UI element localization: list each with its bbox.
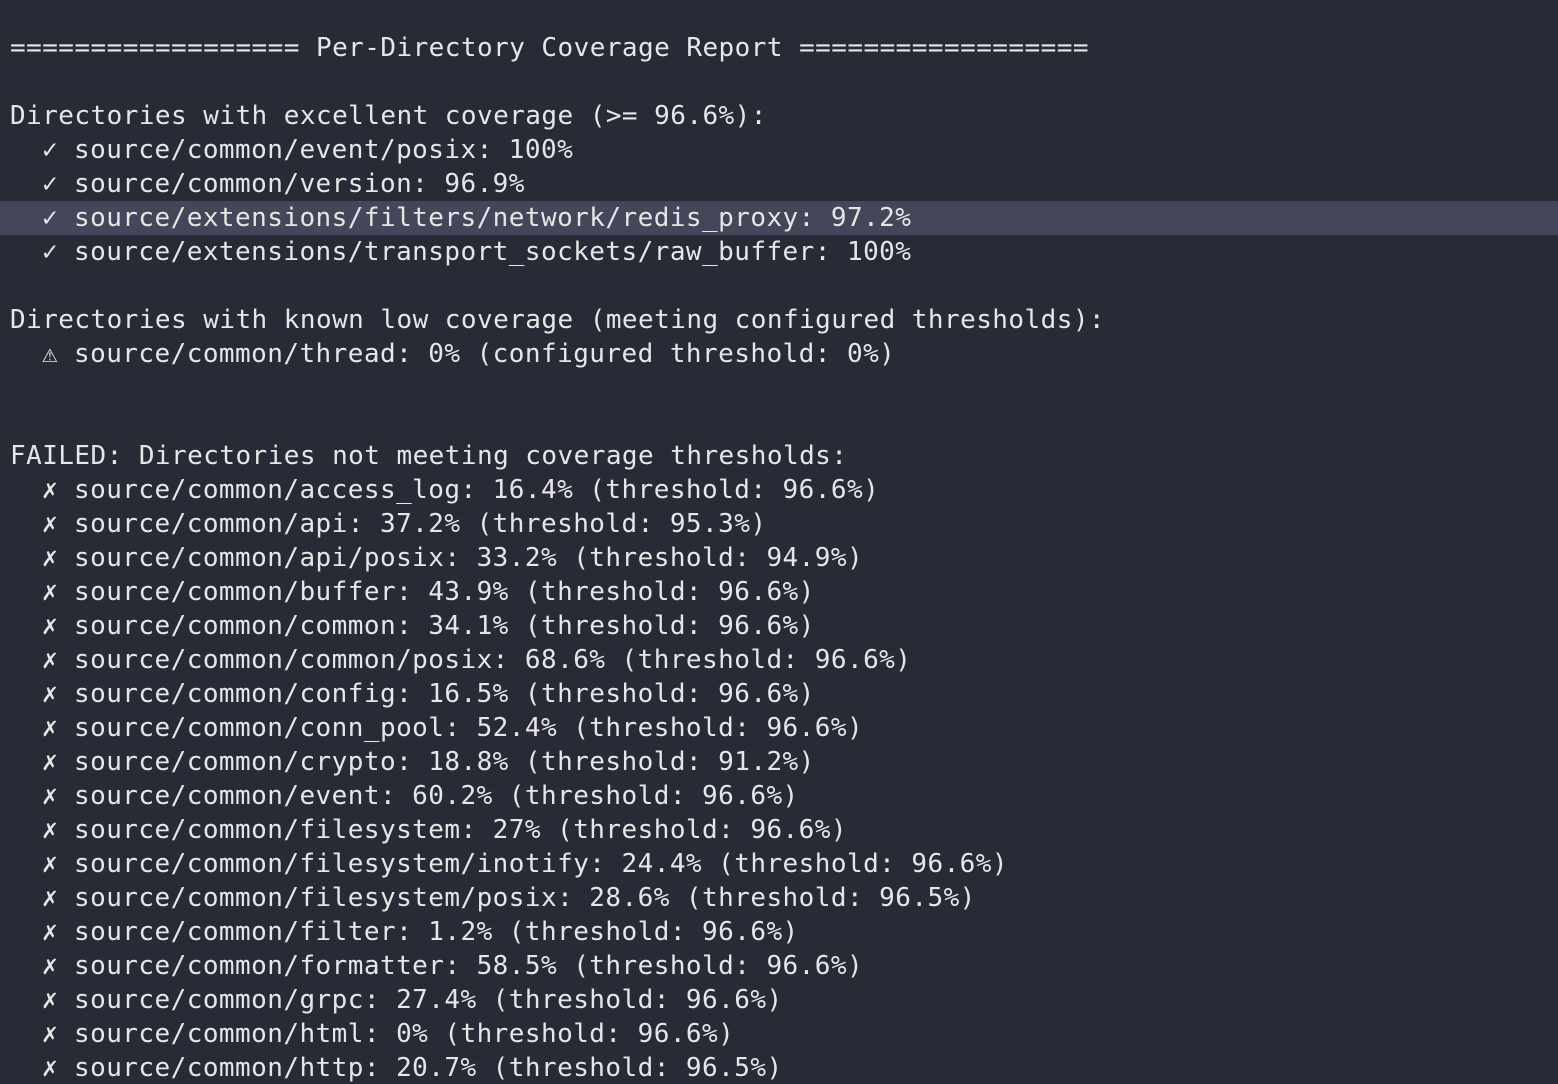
- warning-icon: ⚠: [42, 339, 59, 369]
- failed-item: ✗ source/common/formatter: 58.5% (thresho…: [0, 949, 1558, 983]
- check-icon: ✓: [42, 203, 59, 233]
- item-text: source/common/thread: 0% (configured thr…: [74, 339, 896, 369]
- item-text: source/extensions/filters/network/redis_…: [74, 203, 912, 233]
- failed-heading: FAILED: Directories not meeting coverage…: [10, 441, 848, 471]
- item-text: source/common/conn_pool: 52.4% (threshol…: [74, 713, 864, 743]
- item-text: source/common/formatter: 58.5% (threshol…: [74, 951, 864, 981]
- failed-item: ✗ source/common/filesystem: 27% (threshol…: [0, 813, 1558, 847]
- item-text: source/common/api: 37.2% (threshold: 95.…: [74, 509, 767, 539]
- failed-item: ✗ source/common/conn_pool: 52.4% (thresho…: [0, 711, 1558, 745]
- failed-item: ✗ source/common/common: 34.1% (threshold:…: [0, 609, 1558, 643]
- cross-icon: ✗: [42, 985, 59, 1015]
- excellent-item: ✓ source/extensions/transport_sockets/raw…: [0, 235, 1558, 269]
- failed-item: ✗ source/common/event: 60.2% (threshold: …: [0, 779, 1558, 813]
- cross-icon: ✗: [42, 577, 59, 607]
- item-text: source/common/grpc: 27.4% (threshold: 96…: [74, 985, 783, 1015]
- excellent-item: ✓ source/common/event/posix: 100%: [0, 133, 1558, 167]
- cross-icon: ✗: [42, 917, 59, 947]
- item-text: source/common/crypto: 18.8% (threshold: …: [74, 747, 815, 777]
- cross-icon: ✗: [42, 883, 59, 913]
- failed-item: ✗ source/common/config: 16.5% (threshold:…: [0, 677, 1558, 711]
- cross-icon: ✗: [42, 713, 59, 743]
- excellent-heading: Directories with excellent coverage (>= …: [10, 101, 767, 131]
- item-text: source/common/access_log: 16.4% (thresho…: [74, 475, 880, 505]
- cross-icon: ✗: [42, 849, 59, 879]
- cross-icon: ✗: [42, 951, 59, 981]
- excellent-item: ✓ source/common/version: 96.9%: [0, 167, 1558, 201]
- check-icon: ✓: [42, 237, 59, 267]
- cross-icon: ✗: [42, 543, 59, 573]
- cross-icon: ✗: [42, 679, 59, 709]
- failed-item: ✗ source/common/buffer: 43.9% (threshold:…: [0, 575, 1558, 609]
- item-text: source/common/buffer: 43.9% (threshold: …: [74, 577, 815, 607]
- item-text: source/common/api/posix: 33.2% (threshol…: [74, 543, 864, 573]
- item-text: source/common/version: 96.9%: [74, 169, 525, 199]
- failed-item: ✗ source/common/access_log: 16.4% (thresh…: [0, 473, 1558, 507]
- item-text: source/extensions/transport_sockets/raw_…: [74, 237, 912, 267]
- cross-icon: ✗: [42, 475, 59, 505]
- item-text: source/common/config: 16.5% (threshold: …: [74, 679, 815, 709]
- failed-item: ✗ source/common/filter: 1.2% (threshold: …: [0, 915, 1558, 949]
- item-text: source/common/filesystem/inotify: 24.4% …: [74, 849, 1008, 879]
- failed-item: ✗ source/common/common/posix: 68.6% (thre…: [0, 643, 1558, 677]
- item-text: source/common/filesystem/posix: 28.6% (t…: [74, 883, 976, 913]
- cross-icon: ✗: [42, 1019, 59, 1049]
- item-text: source/common/html: 0% (threshold: 96.6%…: [74, 1019, 735, 1049]
- item-text: source/common/filter: 1.2% (threshold: 9…: [74, 917, 799, 947]
- item-text: source/common/common: 34.1% (threshold: …: [74, 611, 815, 641]
- known-low-heading: Directories with known low coverage (mee…: [10, 305, 1106, 335]
- failed-item: ✗ source/common/filesystem/posix: 28.6% (…: [0, 881, 1558, 915]
- known-low-item: ⚠ source/common/thread: 0% (configured th…: [0, 337, 1558, 371]
- failed-item: ✗ source/common/crypto: 18.8% (threshold:…: [0, 745, 1558, 779]
- item-text: source/common/event/posix: 100%: [74, 135, 574, 165]
- check-icon: ✓: [42, 169, 59, 199]
- cross-icon: ✗: [42, 781, 59, 811]
- cross-icon: ✗: [42, 1053, 59, 1083]
- item-text: source/common/http: 20.7% (threshold: 96…: [74, 1053, 783, 1083]
- cross-icon: ✗: [42, 509, 59, 539]
- failed-item: ✗ source/common/html: 0% (threshold: 96.6…: [0, 1017, 1558, 1051]
- cross-icon: ✗: [42, 747, 59, 777]
- item-text: source/common/common/posix: 68.6% (thres…: [74, 645, 912, 675]
- failed-item: ✗ source/common/grpc: 27.4% (threshold: 9…: [0, 983, 1558, 1017]
- failed-item: ✗ source/common/filesystem/inotify: 24.4%…: [0, 847, 1558, 881]
- cross-icon: ✗: [42, 815, 59, 845]
- cross-icon: ✗: [42, 611, 59, 641]
- report-title: ================== Per-Directory Coverag…: [10, 33, 1089, 63]
- failed-item: ✗ source/common/api/posix: 33.2% (thresho…: [0, 541, 1558, 575]
- item-text: source/common/event: 60.2% (threshold: 9…: [74, 781, 799, 811]
- check-icon: ✓: [42, 135, 59, 165]
- failed-item: ✗ source/common/api: 37.2% (threshold: 95…: [0, 507, 1558, 541]
- excellent-item-selected: ✓ source/extensions/filters/network/redis…: [0, 201, 1558, 235]
- cross-icon: ✗: [42, 645, 59, 675]
- failed-item: ✗ source/common/http: 20.7% (threshold: 9…: [0, 1051, 1558, 1084]
- item-text: source/common/filesystem: 27% (threshold…: [74, 815, 847, 845]
- terminal-window[interactable]: ================== Per-Directory Coverag…: [0, 0, 1558, 1084]
